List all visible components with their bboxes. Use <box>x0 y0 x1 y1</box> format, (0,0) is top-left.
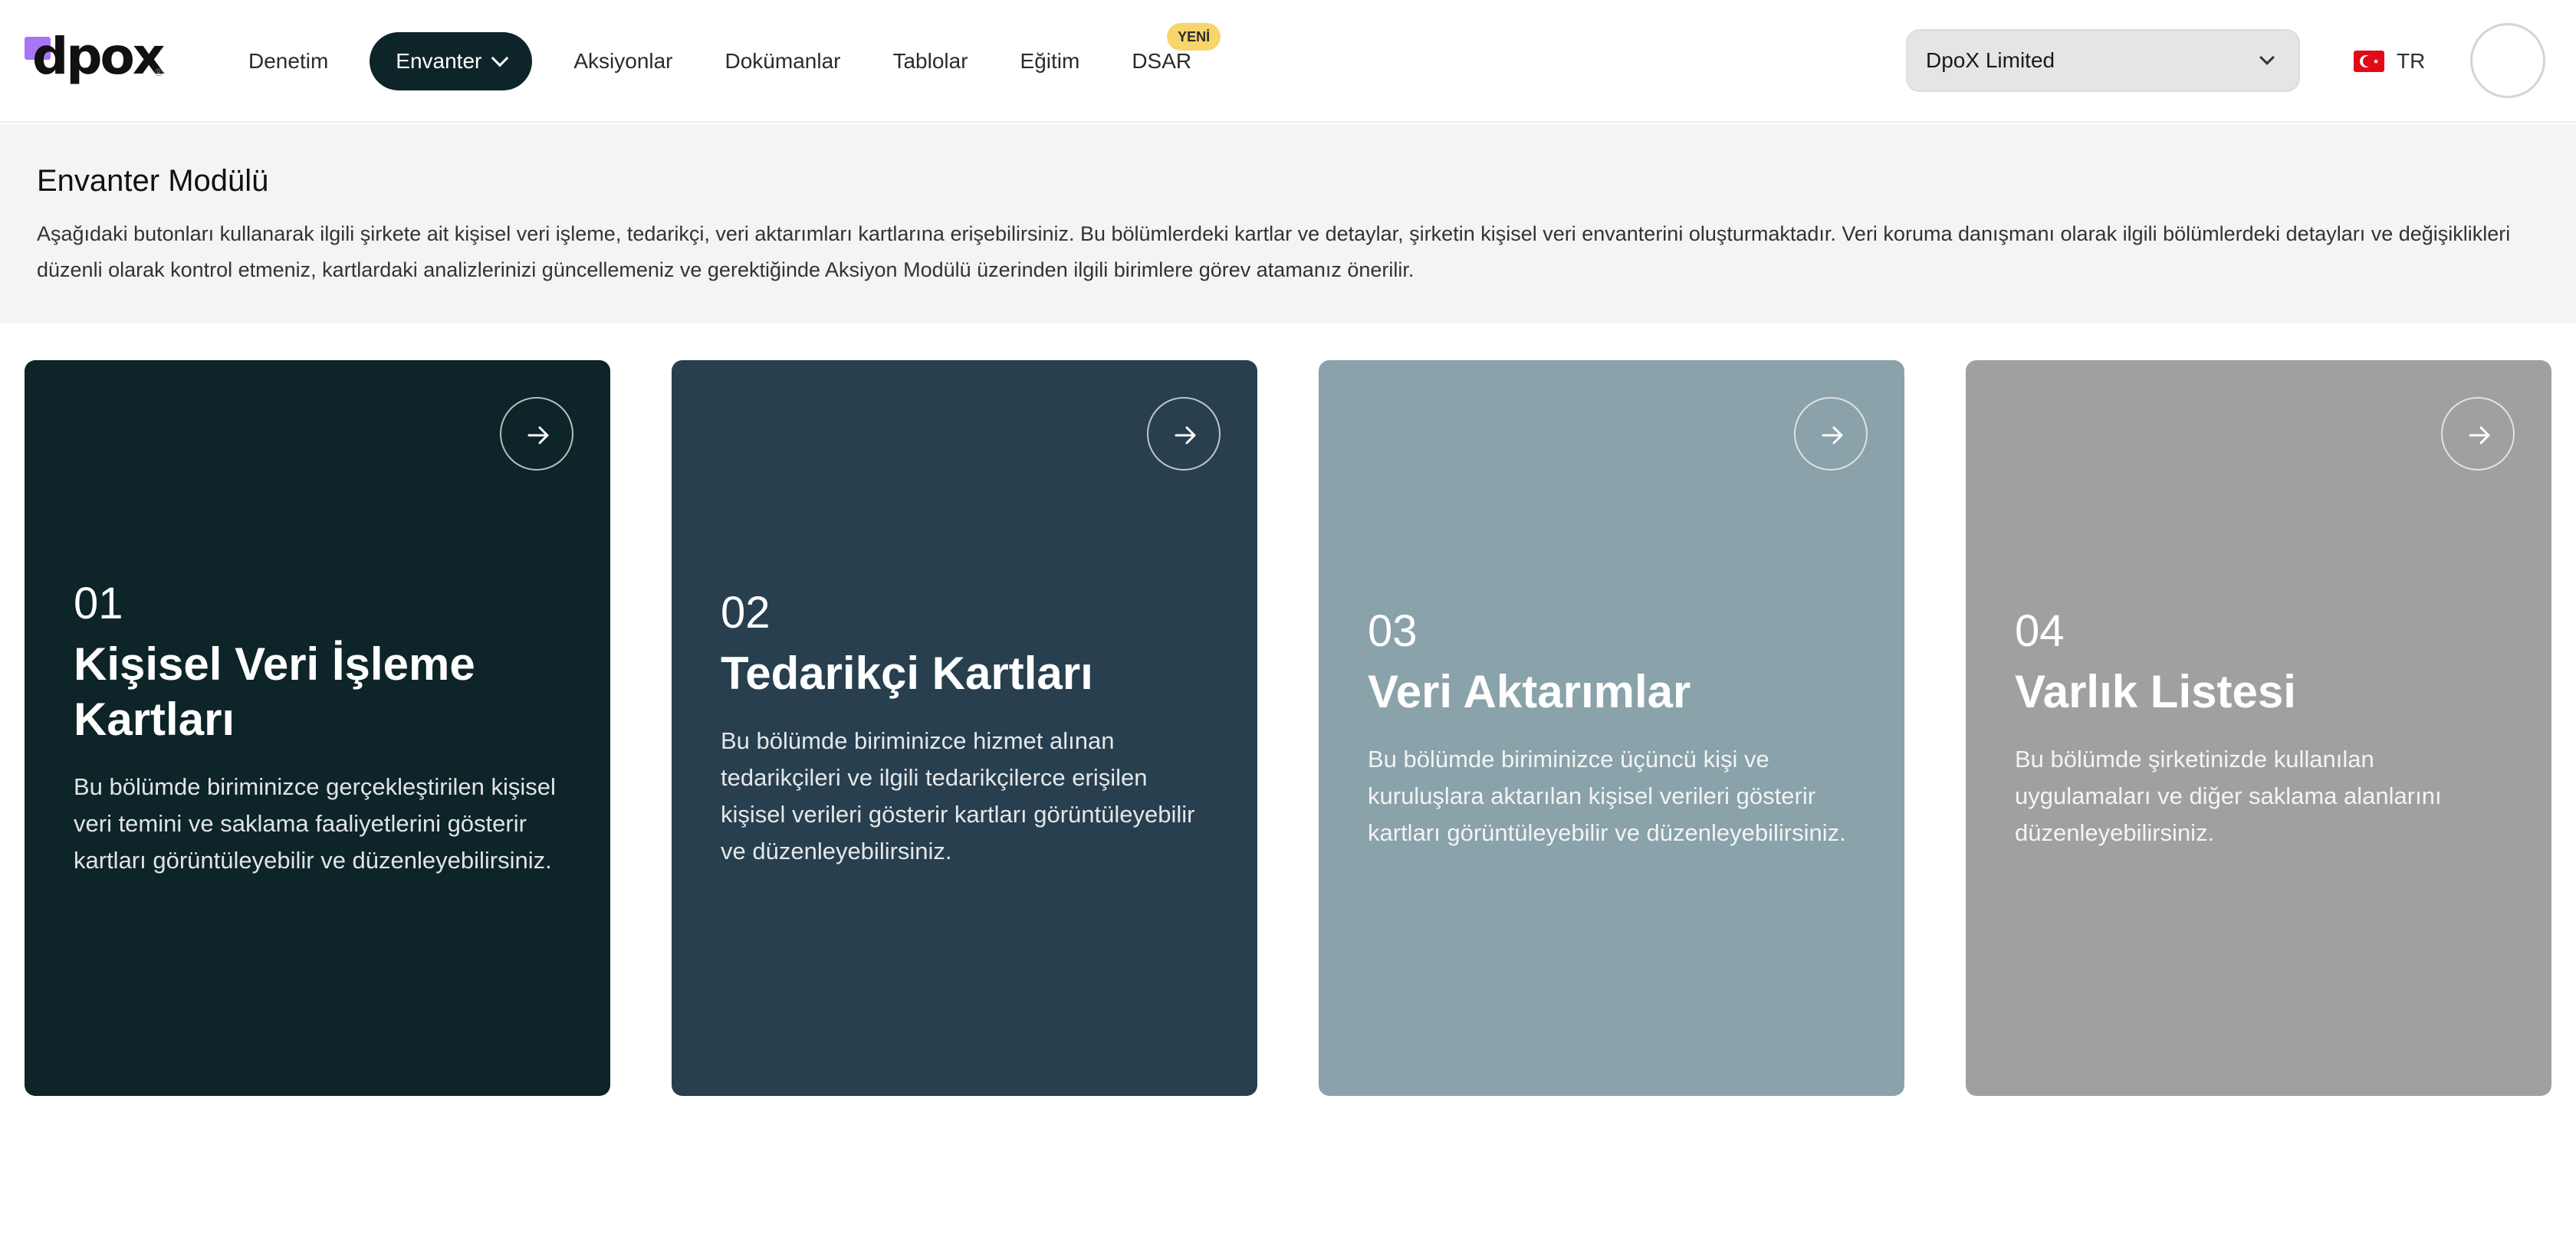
nav-item-egitim[interactable]: Eğitim <box>994 32 1106 90</box>
nav-item-label: Eğitim <box>1020 49 1080 73</box>
nav-item-dsar[interactable]: DSAR YENİ <box>1106 23 1221 90</box>
card-description: Bu bölümde biriminizce gerçekleştirilen … <box>74 773 556 874</box>
new-badge: YENİ <box>1167 23 1221 51</box>
card-title: Kişisel Veri İşleme Kartları <box>74 638 475 745</box>
card-tedarikci[interactable]: 02 Tedarikçi Kartları Bu bölümde birimin… <box>672 360 1257 1096</box>
nav-item-envanter[interactable]: Envanter <box>370 32 533 90</box>
company-select[interactable]: DpoX Limited <box>1906 29 2300 92</box>
nav-item-label: DSAR <box>1132 49 1192 73</box>
card-kisisel-veri-isleme[interactable]: 01 Kişisel Veri İşleme Kartları Bu bölüm… <box>25 360 610 1096</box>
top-header: dpox ® Denetim Envanter Aksiyonlar Doküm… <box>0 0 2576 123</box>
chevron-down-icon <box>491 49 509 67</box>
intro-section: Envanter Modülü Aşağıdaki butonları kull… <box>0 124 2576 323</box>
chevron-down-icon <box>2259 50 2275 65</box>
card-description: Bu bölümde biriminizce üçüncü kişi ve ku… <box>1368 746 1846 846</box>
nav-item-label: Envanter <box>396 49 482 73</box>
card-number: 02 <box>721 588 770 638</box>
card-veri-aktarimlar[interactable]: 03 Veri Aktarımlar Bu bölümde biriminizc… <box>1319 360 1904 1096</box>
main-nav: Denetim Envanter Aksiyonlar Dokümanlar T… <box>222 23 1221 90</box>
nav-item-tablolar[interactable]: Tablolar <box>866 32 994 90</box>
nav-item-aksiyonlar[interactable]: Aksiyonlar <box>547 32 698 90</box>
card-title: Tedarikçi Kartları <box>721 648 1093 699</box>
intro-description: Aşağıdaki butonları kullanarak ilgili şi… <box>37 222 2511 281</box>
nav-item-label: Aksiyonlar <box>573 49 673 73</box>
card-title: Veri Aktarımlar <box>1368 666 1691 717</box>
language-selector[interactable]: ★ TR <box>2354 44 2425 78</box>
dpox-logo[interactable]: dpox ® <box>25 29 170 87</box>
turkey-flag-icon: ★ <box>2354 51 2384 72</box>
card-number: 01 <box>74 579 123 628</box>
nav-item-label: Denetim <box>248 49 329 73</box>
card-description: Bu bölümde şirketinizde kullanılan uygul… <box>2015 746 2442 846</box>
nav-item-label: Dokümanlar <box>724 49 841 73</box>
language-code: TR <box>2397 49 2426 73</box>
card-title: Varlık Listesi <box>2015 666 2296 717</box>
logo-text: dpox <box>32 27 165 86</box>
card-number: 04 <box>2015 606 2065 656</box>
card-varlik-listesi[interactable]: 04 Varlık Listesi Bu bölümde şirketinizd… <box>1966 360 2551 1096</box>
nav-item-label: Tablolar <box>892 49 968 73</box>
nav-item-dokumanlar[interactable]: Dokümanlar <box>699 32 867 90</box>
card-description: Bu bölümde biriminizce hizmet alınan ted… <box>721 727 1195 864</box>
logo-trademark: ® <box>155 66 163 78</box>
company-select-value: DpoX Limited <box>1926 48 2055 72</box>
card-number: 03 <box>1368 606 1418 656</box>
page-title: Envanter Modülü <box>37 164 269 198</box>
nav-item-denetim[interactable]: Denetim <box>222 32 354 90</box>
user-avatar[interactable] <box>2470 23 2545 98</box>
